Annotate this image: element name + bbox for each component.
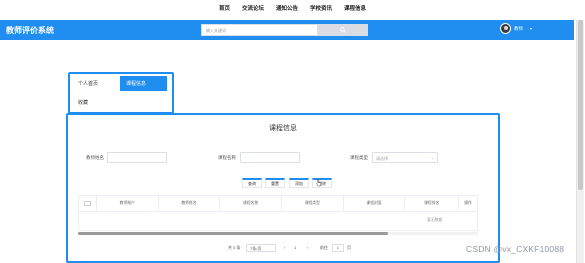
course-panel: 课程信息 教师姓名 课程名称 课程类型 请选择 ⌄ 查询 重置 添加 删除 教师… (66, 113, 500, 263)
chevron-down-icon: ⌄ (430, 155, 434, 160)
select-all-cell (79, 196, 97, 211)
column-header: 操作 (464, 201, 472, 205)
search-button[interactable] (318, 24, 368, 36)
nav-course-info[interactable]: 课程信息 (343, 4, 367, 12)
teacher-name-label: 教师姓名 (86, 155, 104, 160)
column-header: 教师姓名 (159, 196, 221, 211)
header-bar: 教师评价系统 输入关键词 教师 ▾ (0, 20, 574, 40)
pagination: 共 0 条 7条/页 ‹ 1 › 前往 1 页 (68, 243, 498, 253)
delete-button[interactable]: 删除 (312, 178, 332, 188)
search-input[interactable]: 输入关键词 (201, 24, 318, 36)
page-suffix: 页 (347, 245, 351, 250)
reset-button[interactable]: 重置 (265, 178, 285, 188)
column-header: 课程名称 (220, 196, 282, 211)
nav-forum[interactable]: 交流论坛 (241, 4, 265, 12)
menu-item-favorites[interactable]: 收藏 (78, 99, 88, 106)
course-type-label: 课程类型 (350, 155, 368, 160)
nav-notice[interactable]: 通知公告 (275, 4, 299, 12)
next-page-button[interactable]: › (307, 243, 308, 253)
watermark: CSDN @vx_CXKF10088 (466, 244, 565, 254)
empty-text: 暂无数据 (427, 218, 443, 222)
nav-school-news[interactable]: 学校资讯 (309, 4, 333, 12)
query-button[interactable]: 查询 (242, 178, 262, 188)
column-header: 课程类型 (282, 196, 344, 211)
side-menu: 个人首页 课程信息 收藏 (68, 72, 174, 114)
menu-item-profile[interactable]: 个人首页 (78, 80, 98, 87)
table-header: 教师账户 教师姓名 课程名称 课程类型 课程封面 课程排名 操作 (78, 195, 478, 212)
teacher-name-input[interactable] (107, 152, 167, 163)
column-header: 教师账户 (97, 196, 159, 211)
course-name-label: 课程名称 (218, 155, 236, 160)
avatar[interactable] (500, 23, 511, 34)
page-size-select[interactable]: 7条/页 (246, 244, 276, 252)
course-type-placeholder: 请选择 (376, 156, 388, 161)
top-nav: 首页 交流论坛 通知公告 学校资讯 课程信息 (0, 0, 585, 16)
chevron-down-icon[interactable]: ▾ (530, 26, 532, 31)
scrollbar-thumb[interactable] (578, 20, 583, 190)
column-header: 课程排名 (405, 196, 460, 211)
course-type-select[interactable]: 请选择 ⌄ (372, 152, 438, 163)
add-button[interactable]: 添加 (289, 178, 309, 188)
table-scrollbar-thumb[interactable] (78, 232, 388, 235)
cursor-icon (316, 179, 322, 187)
page-scrollbar[interactable] (576, 20, 584, 263)
course-name-input[interactable] (240, 152, 300, 163)
column-header: 课程封面 (344, 196, 406, 211)
empty-row: 暂无数据 (78, 212, 478, 231)
prev-page-button[interactable]: ‹ (284, 243, 285, 253)
table-scrollbar[interactable] (78, 232, 478, 235)
page-number[interactable]: 1 (294, 243, 296, 253)
page-title: 课程信息 (269, 125, 297, 132)
menu-item-course-info[interactable]: 课程信息 (120, 76, 167, 91)
page-size-value: 7条/页 (250, 246, 262, 251)
select-all-checkbox[interactable] (83, 201, 91, 206)
search-icon (340, 27, 346, 33)
goto-page-input[interactable]: 1 (332, 244, 344, 252)
goto-label: 前往 (320, 245, 328, 250)
total-count: 共 0 条 (228, 245, 241, 250)
username[interactable]: 教师 (514, 26, 523, 32)
nav-home[interactable]: 首页 (218, 4, 231, 12)
page: 首页 交流论坛 通知公告 学校资讯 课程信息 教师评价系统 输入关键词 教师 ▾… (0, 0, 585, 263)
brand-title: 教师评价系统 (6, 26, 54, 35)
course-table: 教师账户 教师姓名 课程名称 课程类型 课程封面 课程排名 操作 暂无数据 (78, 195, 478, 235)
